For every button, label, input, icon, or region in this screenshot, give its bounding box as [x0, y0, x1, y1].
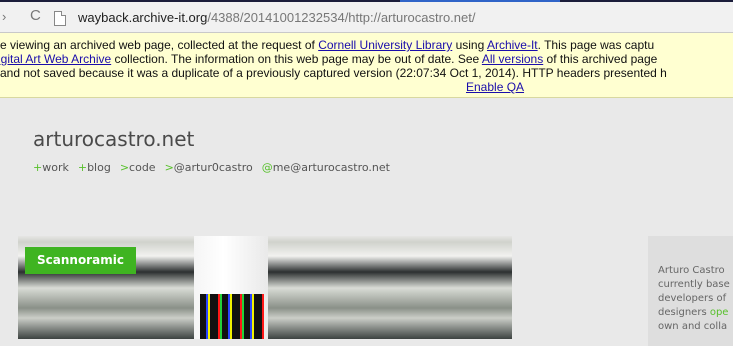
nav-prefix: + — [77, 161, 88, 174]
banner-line-4: Enable QA — [466, 80, 524, 94]
forward-icon[interactable]: › — [2, 9, 6, 24]
banner-text: collection. The information on this web … — [111, 52, 482, 66]
bio-line: designers ope — [658, 306, 730, 320]
bio-line: currently base — [658, 279, 730, 290]
nav-prefix: > — [164, 161, 174, 174]
nav-work[interactable]: +work — [33, 161, 69, 174]
bio-sidebar: Arturo Castro currently base developers … — [648, 236, 733, 346]
bio-text-part: designers — [658, 307, 710, 318]
banner-text: re viewing an archived web page, collect… — [0, 38, 319, 52]
banner-line-2: igital Art Web Archive collection. The i… — [0, 52, 657, 66]
archive-it-link[interactable]: Archive-It — [487, 38, 538, 52]
nav-label: work — [42, 161, 69, 174]
nav-label: @artur0castro — [173, 161, 253, 174]
banner-line-3: and not saved because it was a duplicate… — [0, 66, 667, 80]
nav-blog[interactable]: +blog — [78, 161, 111, 174]
url-host: wayback.archive-it.org — [78, 10, 208, 25]
collection-link[interactable]: igital Art Web Archive — [0, 52, 111, 66]
nav-email[interactable]: @me@arturocastro.net — [262, 161, 390, 174]
hero-color-stripes — [200, 294, 264, 339]
banner-line-1: re viewing an archived web page, collect… — [0, 38, 654, 52]
nav-prefix: @ — [261, 161, 273, 174]
project-tag[interactable]: Scannoramic — [25, 247, 136, 274]
nav-code[interactable]: >code — [120, 161, 156, 174]
url-path: /4388/20141001232534/http://arturocastro… — [207, 10, 476, 25]
nav-label: me@arturocastro.net — [272, 161, 390, 174]
cornell-link[interactable]: Cornell University Library — [318, 38, 452, 52]
archive-banner: re viewing an archived web page, collect… — [0, 33, 733, 98]
nav-prefix: + — [33, 161, 43, 174]
address-bar[interactable]: wayback.archive-it.org/4388/201410012325… — [78, 10, 475, 25]
banner-text: of this archived page — [543, 52, 658, 66]
site-title[interactable]: arturocastro.net — [33, 127, 194, 151]
site-nav: +work +blog >code >@artur0castro @me@arturoc… — [33, 161, 399, 174]
bio-line: Arturo Castro — [658, 265, 725, 276]
reload-icon[interactable]: C — [30, 7, 41, 24]
nav-label: code — [129, 161, 156, 174]
banner-text: using — [452, 38, 487, 52]
banner-text: . This page was captu — [537, 38, 655, 52]
open-link[interactable]: ope — [710, 307, 729, 318]
all-versions-link[interactable]: All versions — [482, 52, 543, 66]
browser-toolbar: › C wayback.archive-it.org/4388/20141001… — [0, 2, 733, 33]
nav-label: blog — [87, 161, 111, 174]
bio-text: Arturo Castro currently base developers … — [658, 264, 730, 334]
page-icon — [54, 11, 66, 26]
enable-qa-link[interactable]: Enable QA — [466, 80, 524, 94]
nav-twitter[interactable]: >@artur0castro — [165, 161, 253, 174]
nav-prefix: > — [119, 161, 130, 174]
bio-line: own and colla — [658, 321, 728, 332]
bio-line: developers of — [658, 293, 727, 304]
